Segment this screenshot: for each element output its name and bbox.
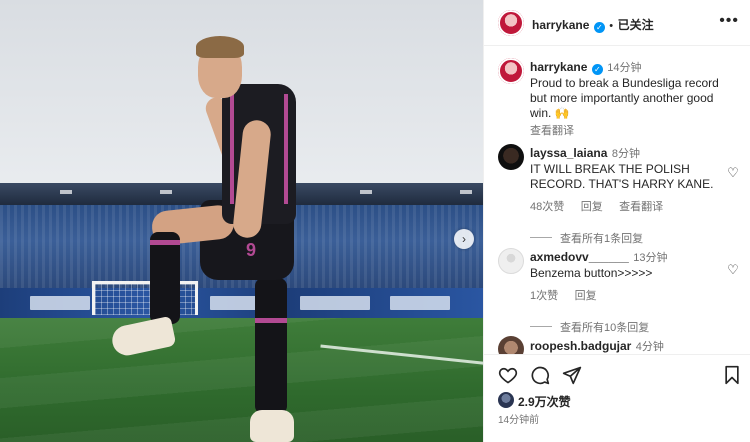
caption: harrykane ✓ 14分钟 Proud to break a Bundes… xyxy=(530,58,735,138)
liker-avatar[interactable] xyxy=(498,392,514,408)
caption-text: Proud to break a Bundesliga record but m… xyxy=(530,76,719,120)
comment-likes[interactable]: 1次赞 xyxy=(530,290,558,302)
comment-username[interactable]: roopesh.badgujar xyxy=(530,339,631,353)
chevron-right-icon: › xyxy=(462,232,466,246)
caption-avatar[interactable] xyxy=(498,58,524,84)
post-photo[interactable]: 9 › xyxy=(0,0,483,442)
caption-translate[interactable]: 查看翻译 xyxy=(530,122,735,138)
view-replies-label[interactable]: 查看所有10条回复 xyxy=(560,322,649,334)
post-time: 14分钟前 xyxy=(498,415,540,426)
view-replies[interactable]: 查看所有1条回复 xyxy=(530,229,720,247)
comment-reply[interactable]: 回复 xyxy=(575,290,597,302)
view-replies[interactable]: 查看所有10条回复 xyxy=(530,318,720,336)
comment-time: 8分钟 xyxy=(611,148,640,160)
post-sidebar: harrykane ✓ • 已关注 ••• harrykane ✓ 14分钟 P… xyxy=(483,0,750,442)
comment-time: 13分钟 xyxy=(633,252,668,264)
player-left-leg xyxy=(150,232,180,324)
action-bar: 2.9万次赞 14分钟前 xyxy=(484,354,750,442)
player-right-leg xyxy=(255,278,287,414)
comment-translate[interactable]: 查看翻译 xyxy=(619,201,663,213)
comment: layssa_laiana 8分钟 IT WILL BREAK THE POLI… xyxy=(530,144,720,247)
follow-status[interactable]: 已关注 xyxy=(618,18,654,32)
jersey-number: 9 xyxy=(246,240,257,260)
separator-dot: • xyxy=(609,20,614,32)
likes-count[interactable]: 2.9万次赞 xyxy=(518,393,571,410)
caption-username[interactable]: harrykane xyxy=(530,60,587,74)
comment-text: Benzema button>>>>> xyxy=(530,266,653,280)
comment-reply[interactable]: 回复 xyxy=(581,201,603,213)
comment-likes[interactable]: 48次赞 xyxy=(530,201,564,213)
avatar[interactable] xyxy=(498,10,524,36)
share-send-icon[interactable] xyxy=(562,365,582,385)
header-username[interactable]: harrykane xyxy=(532,18,589,32)
verified-badge-icon: ✓ xyxy=(591,64,603,75)
comment-avatar[interactable] xyxy=(498,248,524,274)
caption-time: 14分钟 xyxy=(607,62,642,74)
player-hair xyxy=(196,36,244,58)
player-left-boot xyxy=(109,315,177,359)
comment-like-heart-icon[interactable]: ♡ xyxy=(726,166,740,180)
comment: roopesh.badgujar 4分钟 xyxy=(530,337,664,355)
comment-avatar[interactable] xyxy=(498,144,524,170)
player-right-boot xyxy=(250,410,294,442)
comment: axmedovv______ 13分钟 Benzema button>>>>> … xyxy=(530,248,720,336)
more-horizontal-icon[interactable]: ••• xyxy=(719,12,739,30)
comment-bubble-icon[interactable] xyxy=(530,365,550,385)
like-heart-icon[interactable] xyxy=(498,365,518,385)
comment-like-heart-icon[interactable]: ♡ xyxy=(726,263,740,277)
verified-badge-icon: ✓ xyxy=(593,22,605,33)
comment-username[interactable]: axmedovv______ xyxy=(530,250,629,264)
comment-username[interactable]: layssa_laiana xyxy=(530,146,607,160)
player-figure: 9 xyxy=(0,0,483,442)
replies-dash xyxy=(530,237,552,239)
view-replies-label[interactable]: 查看所有1条回复 xyxy=(560,233,643,245)
bookmark-save-icon[interactable] xyxy=(722,365,742,385)
post-header: harrykane ✓ • 已关注 ••• xyxy=(484,0,750,46)
comment-text: IT WILL BREAK THE POLISH RECORD. THAT'S … xyxy=(530,162,714,191)
replies-dash xyxy=(530,326,552,328)
comment-time: 4分钟 xyxy=(635,341,664,353)
next-photo-button[interactable]: › xyxy=(454,229,474,249)
